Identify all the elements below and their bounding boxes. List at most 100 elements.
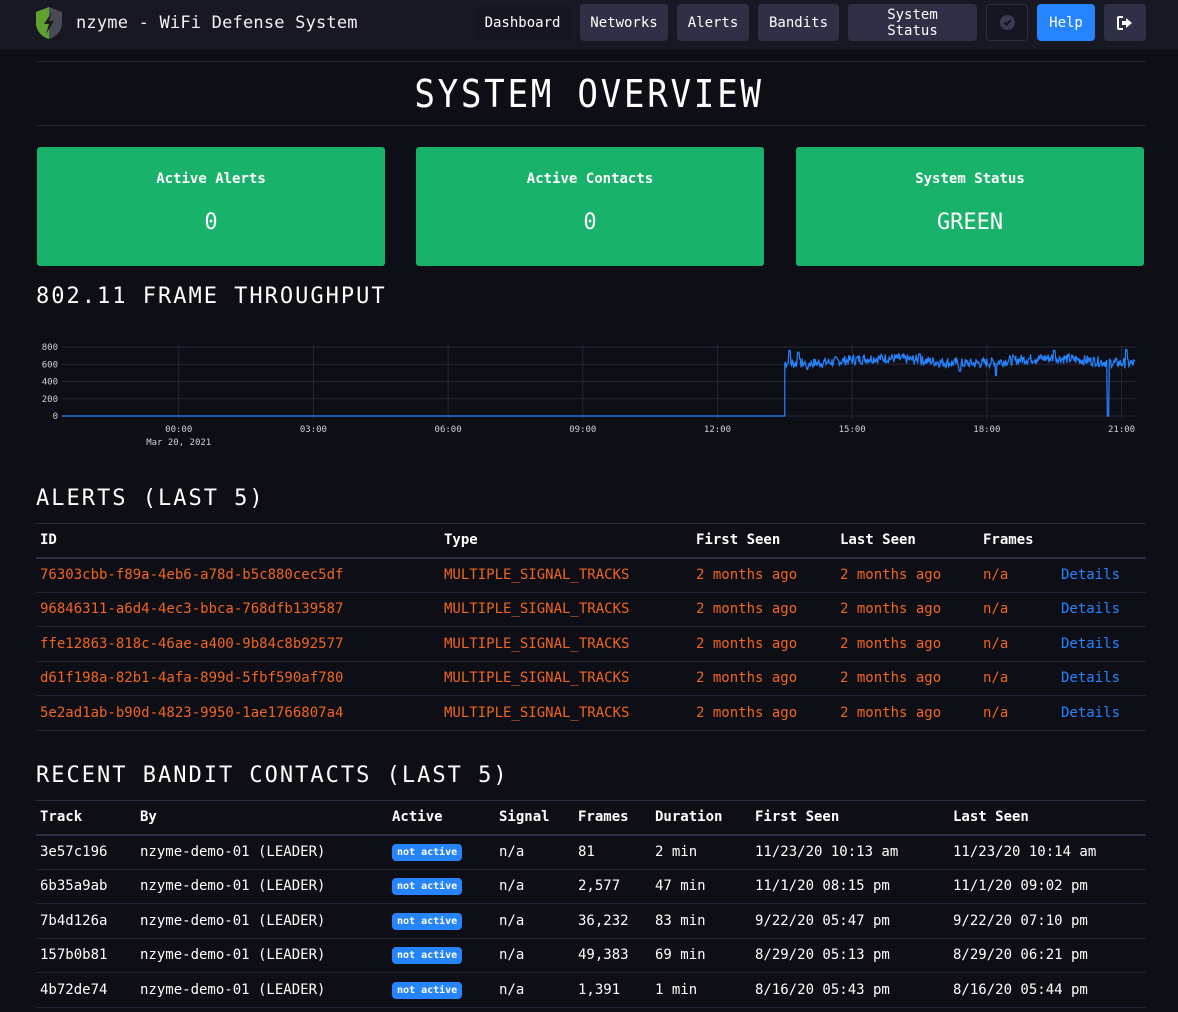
contact-first-seen: 9/22/20 05:47 pm [751,903,949,939]
contact-frames: 81 [574,834,651,870]
contact-first-seen: 11/23/20 10:13 am [751,834,949,870]
throughput-chart-svg: 0 200 400 600 800 00:00 Mar 20, 2021 03:00 06:00… [42,343,1136,448]
contact-active-cell: not active [388,938,495,973]
throughput-title: 802.11 FRAME THROUGHPUT [36,284,387,309]
series-line-frames [62,349,1136,417]
card-title: Active Alerts [156,171,266,187]
x-tick-sublabel: Mar 20, 2021 [146,438,211,448]
alert-id: 5e2ad1ab-b90d-4823-9950-1ae1766807a4 [36,695,440,731]
contact-active-cell: not active [388,972,495,1008]
card-active-contacts: Active Contacts 0 [416,147,764,266]
col-actions [1057,523,1146,559]
alert-row: 5e2ad1ab-b90d-4823-9950-1ae1766807a4 MULT… [36,695,1146,731]
alert-id: ffe12863-818c-46ae-a400-9b84c8b92577 [36,626,440,662]
card-active-alerts: Active Alerts 0 [37,147,385,266]
details-link[interactable]: Details [1061,601,1120,617]
col-type: Type [440,523,692,559]
contact-duration: 1 min [651,972,751,1008]
alert-type: MULTIPLE_SIGNAL_TRACKS [440,557,692,593]
status-badge: not active [392,912,463,930]
contact-frames: 1,391 [574,972,651,1008]
help-button[interactable]: Help [1037,4,1095,41]
contact-signal: n/a [495,869,574,904]
col-id: ID [36,523,440,559]
contact-signal: n/a [495,938,574,973]
divider [36,61,1146,62]
details-link[interactable]: Details [1061,636,1120,652]
col-by: By [136,800,388,836]
nav-dashboard[interactable]: Dashboard [474,4,571,41]
status-badge: not active [392,878,463,896]
contact-by: nzyme-demo-01 (LEADER) [136,869,388,904]
alerts-title: ALERTS (LAST 5) [36,486,265,511]
sign-out-icon [1117,15,1132,30]
nav-alerts[interactable]: Alerts [677,4,749,41]
alert-frames: n/a [979,661,1057,696]
status-badge: not active [392,947,463,965]
status-check-button[interactable] [986,4,1028,41]
alert-last-seen: 2 months ago [836,557,979,593]
col-duration: Duration [651,800,751,836]
page-title: SYSTEM OVERVIEW [414,72,764,116]
card-system-status: System Status GREEN [796,147,1144,266]
contact-active-cell: not active [388,869,495,904]
alert-last-seen: 2 months ago [836,695,979,731]
contact-by: nzyme-demo-01 (LEADER) [136,903,388,939]
contact-by: nzyme-demo-01 (LEADER) [136,834,388,870]
contact-duration: 69 min [651,938,751,973]
x-tick-label: 03:00 [300,425,327,435]
contact-last-seen: 11/1/20 09:02 pm [949,869,1146,904]
contact-first-seen: 8/16/20 05:43 pm [751,972,949,1008]
app-title: nzyme - WiFi Defense System [76,13,358,33]
table-header-row: ID Type First Seen Last Seen Frames [36,523,1146,559]
contact-last-seen: 11/23/20 10:14 am [949,834,1146,870]
col-frames: Frames [574,800,651,836]
alert-type: MULTIPLE_SIGNAL_TRACKS [440,592,692,627]
alert-id: d61f198a-82b1-4afa-899d-5fbf590af780 [36,661,440,696]
contact-track: 157b0b81 [36,938,136,973]
alert-row: d61f198a-82b1-4afa-899d-5fbf590af780 MULT… [36,661,1146,696]
contact-by: nzyme-demo-01 (LEADER) [136,938,388,973]
alert-first-seen: 2 months ago [692,626,836,662]
alert-details-cell: Details [1057,557,1146,593]
x-tick-label: 06:00 [435,425,462,435]
contact-last-seen: 9/22/20 07:10 pm [949,903,1146,939]
x-tick-label: 12:00 [704,425,731,435]
brand[interactable]: nzyme - WiFi Defense System [35,6,358,40]
alert-details-cell: Details [1057,592,1146,627]
alert-frames: n/a [979,557,1057,593]
alert-frames: n/a [979,626,1057,662]
col-last-seen: Last Seen [836,523,979,559]
throughput-chart[interactable]: 0 200 400 600 800 00:00 Mar 20, 2021 03:00 06:00… [30,335,1140,455]
contact-active-cell: not active [388,903,495,939]
details-link[interactable]: Details [1061,567,1120,583]
alert-first-seen: 2 months ago [692,592,836,627]
alert-id: 96846311-a6d4-4ec3-bbca-768dfb139587 [36,592,440,627]
col-frames: Frames [979,523,1057,559]
y-tick-label: 600 [42,360,58,370]
contact-by: nzyme-demo-01 (LEADER) [136,972,388,1008]
divider [36,125,1146,126]
nav-networks[interactable]: Networks [580,4,668,41]
y-tick-label: 800 [42,343,58,353]
card-value: 0 [204,210,218,235]
card-value: GREEN [936,210,1004,235]
nav-bandits[interactable]: Bandits [758,4,839,41]
alert-row: 76303cbb-f89a-4eb6-a78d-b5c880cec5df MULT… [36,557,1146,593]
contact-signal: n/a [495,903,574,939]
x-tick-label: 09:00 [569,425,596,435]
status-badge: not active [392,844,463,861]
col-track: Track [36,800,136,836]
details-link[interactable]: Details [1061,670,1120,686]
check-circle-icon [999,15,1015,30]
x-tick-label: 21:00 [1108,425,1135,435]
card-title: System Status [915,171,1025,187]
contact-frames: 36,232 [574,903,651,939]
alert-type: MULTIPLE_SIGNAL_TRACKS [440,626,692,662]
nav-system-status[interactable]: System Status [848,4,977,41]
details-link[interactable]: Details [1061,705,1120,721]
alert-last-seen: 2 months ago [836,592,979,627]
logout-button[interactable] [1104,4,1146,41]
col-last-seen: Last Seen [949,800,1146,836]
alert-last-seen: 2 months ago [836,661,979,696]
